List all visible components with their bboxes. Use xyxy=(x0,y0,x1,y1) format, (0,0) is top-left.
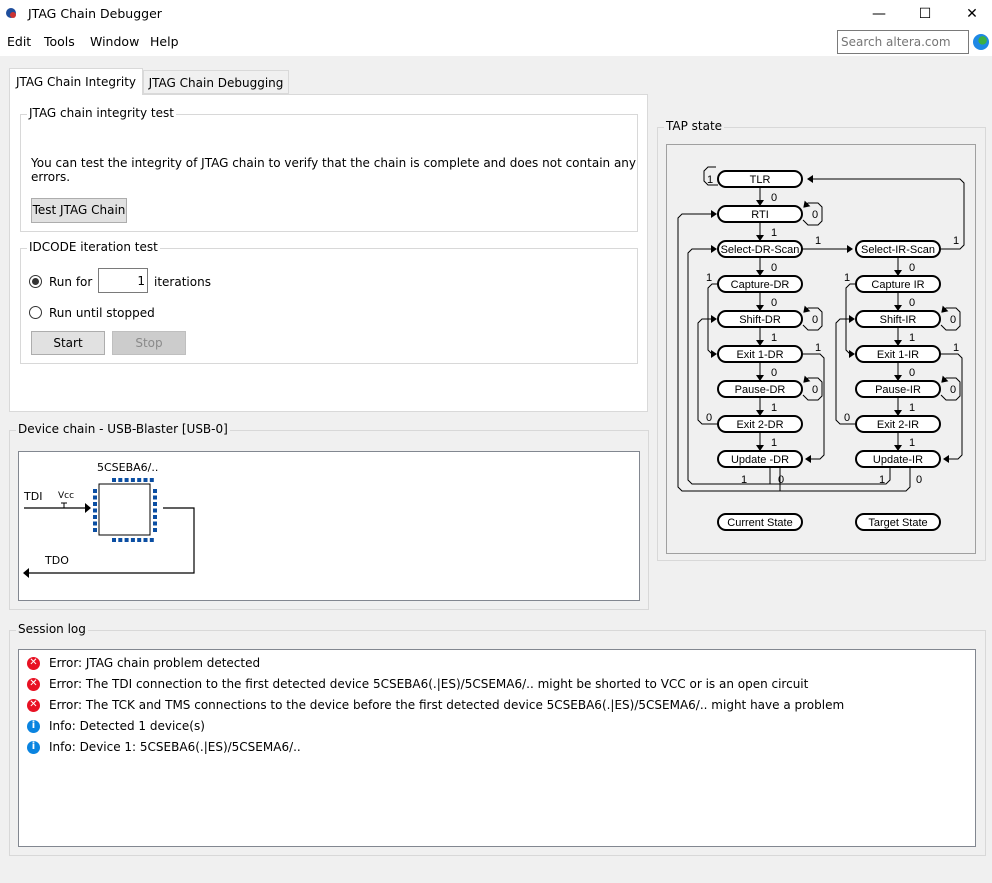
menu-bar: Edit Tools Window Help xyxy=(0,28,992,56)
log-text: Info: Detected 1 device(s) xyxy=(49,719,205,733)
tab-jtag-chain-debugging[interactable]: JTAG Chain Debugging xyxy=(143,70,289,94)
error-icon: ✕ xyxy=(27,677,40,691)
search-input[interactable] xyxy=(837,30,969,54)
start-button[interactable]: Start xyxy=(31,331,105,355)
log-text: Info: Device 1: 5CSEBA6(.|ES)/5CSEMA6/.. xyxy=(49,740,301,754)
device-chip xyxy=(98,483,151,536)
group-title: JTAG chain integrity test xyxy=(27,106,176,120)
info-icon: i xyxy=(27,719,40,733)
integrity-test-group: JTAG chain integrity test You can test t… xyxy=(20,106,638,232)
device-chain-group: Device chain - USB-Blaster [USB-0] 5CSEB… xyxy=(9,422,649,610)
log-entry[interactable]: ✕ Error: The TDI connection to the first … xyxy=(27,674,808,694)
menu-window[interactable]: Window xyxy=(90,34,139,49)
run-for-radio[interactable] xyxy=(29,275,42,288)
session-log-group: Session log ✕ Error: JTAG chain problem d… xyxy=(9,622,986,856)
group-title: IDCODE iteration test xyxy=(27,240,160,254)
menu-help[interactable]: Help xyxy=(150,34,179,49)
idcode-test-group: IDCODE iteration test Run for iterations… xyxy=(20,240,638,364)
tab-panel: JTAG chain integrity test You can test t… xyxy=(9,94,648,412)
log-entry[interactable]: i Info: Device 1: 5CSEBA6(.|ES)/5CSEMA6/.… xyxy=(27,737,301,757)
iterations-label: iterations xyxy=(154,275,211,289)
group-title: Session log xyxy=(16,622,88,636)
vcc-label: Vcc xyxy=(58,491,75,501)
device-name[interactable]: 5CSEBA6/.. xyxy=(97,461,158,474)
error-icon: ✕ xyxy=(27,698,40,712)
log-entry[interactable]: ✕ Error: The TCK and TMS connections to t… xyxy=(27,695,844,715)
minimize-button[interactable]: — xyxy=(864,4,894,24)
tab-jtag-chain-integrity[interactable]: JTAG Chain Integrity xyxy=(9,68,143,95)
group-title: Device chain - USB-Blaster [USB-0] xyxy=(16,422,230,436)
maximize-button[interactable]: ☐ xyxy=(910,4,940,24)
tap-state-group: TAP state xyxy=(657,119,986,561)
tdi-arrow-icon xyxy=(85,503,91,513)
menu-tools[interactable]: Tools xyxy=(44,34,75,49)
menu-edit[interactable]: Edit xyxy=(7,34,31,49)
test-jtag-chain-button[interactable]: Test JTAG Chain xyxy=(31,198,127,223)
tdo-arrow-icon xyxy=(23,568,29,578)
run-until-stopped-radio[interactable] xyxy=(29,306,42,319)
tdi-label: TDI xyxy=(24,490,43,503)
integrity-description: You can test the integrity of JTAG chain… xyxy=(31,156,637,184)
chain-diagram xyxy=(23,478,195,578)
log-text: Error: The TCK and TMS connections to th… xyxy=(49,698,845,712)
info-icon: i xyxy=(27,740,40,754)
title-bar: JTAG Chain Debugger — ☐ ✕ xyxy=(0,0,992,28)
log-text: Error: JTAG chain problem detected xyxy=(49,656,261,670)
session-log-list[interactable]: ✕ Error: JTAG chain problem detected ✕ Erro… xyxy=(18,649,976,847)
log-entry[interactable]: ✕ Error: JTAG chain problem detected xyxy=(27,653,260,673)
window-title: JTAG Chain Debugger xyxy=(28,6,162,21)
tab-label: JTAG Chain Debugging xyxy=(148,76,284,90)
globe-icon[interactable] xyxy=(973,34,989,50)
run-until-stopped-label: Run until stopped xyxy=(49,306,155,320)
tab-label: JTAG Chain Integrity xyxy=(15,75,137,89)
device-chain-canvas: 5CSEBA6/.. TDI Vcc TDO xyxy=(18,451,640,601)
log-entry[interactable]: i Info: Detected 1 device(s) xyxy=(27,716,205,736)
close-button[interactable]: ✕ xyxy=(957,4,987,24)
log-text: Error: The TDI connection to the first d… xyxy=(49,677,809,691)
tdo-label: TDO xyxy=(45,554,69,567)
group-title: TAP state xyxy=(664,119,725,133)
error-icon: ✕ xyxy=(27,656,40,670)
tap-diagram-frame xyxy=(666,144,976,554)
stop-button[interactable]: Stop xyxy=(112,331,186,355)
app-icon xyxy=(6,6,20,20)
iterations-input[interactable] xyxy=(98,268,148,293)
run-for-label: Run for xyxy=(49,275,93,289)
